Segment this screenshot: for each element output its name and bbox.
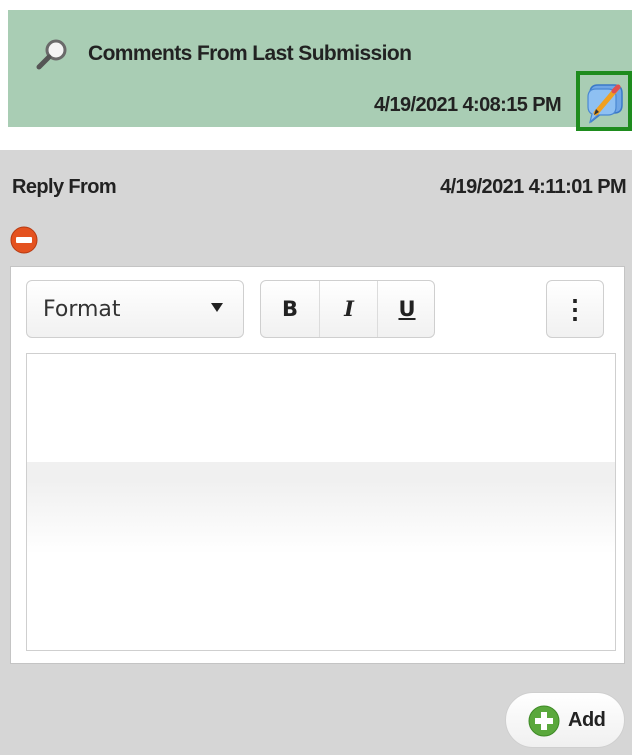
add-button-label: Add	[568, 709, 606, 731]
remove-icon[interactable]	[10, 226, 38, 254]
dropdown-arrow-icon	[211, 303, 223, 312]
more-options-button[interactable]: ⋮	[546, 280, 604, 338]
comments-panel: Comments From Last Submission 4/19/2021 …	[8, 10, 632, 131]
underline-button[interactable]: U	[377, 281, 436, 337]
edit-comment-icon	[587, 84, 623, 124]
reply-panel: Reply From 4/19/2021 4:11:01 PM Format B…	[0, 150, 632, 755]
edit-comment-button[interactable]	[576, 71, 632, 131]
bold-button[interactable]: B	[261, 281, 319, 337]
reply-text-area[interactable]	[26, 353, 616, 651]
format-dropdown-label: Format	[43, 297, 121, 322]
comments-title: Comments From Last Submission	[88, 42, 412, 65]
add-button[interactable]: Add	[505, 692, 625, 748]
search-icon	[36, 39, 67, 70]
rich-text-editor: Format B I U ⋮	[10, 266, 625, 664]
format-dropdown[interactable]: Format	[26, 280, 244, 338]
comments-date: 4/19/2021 4:08:15 PM	[374, 94, 562, 116]
more-options-icon: ⋮	[562, 294, 588, 324]
reply-date: 4/19/2021 4:11:01 PM	[440, 176, 627, 198]
add-icon	[528, 705, 560, 737]
reply-from-label: Reply From	[12, 176, 117, 198]
italic-button[interactable]: I	[319, 281, 378, 337]
text-style-group: B I U	[260, 280, 435, 338]
